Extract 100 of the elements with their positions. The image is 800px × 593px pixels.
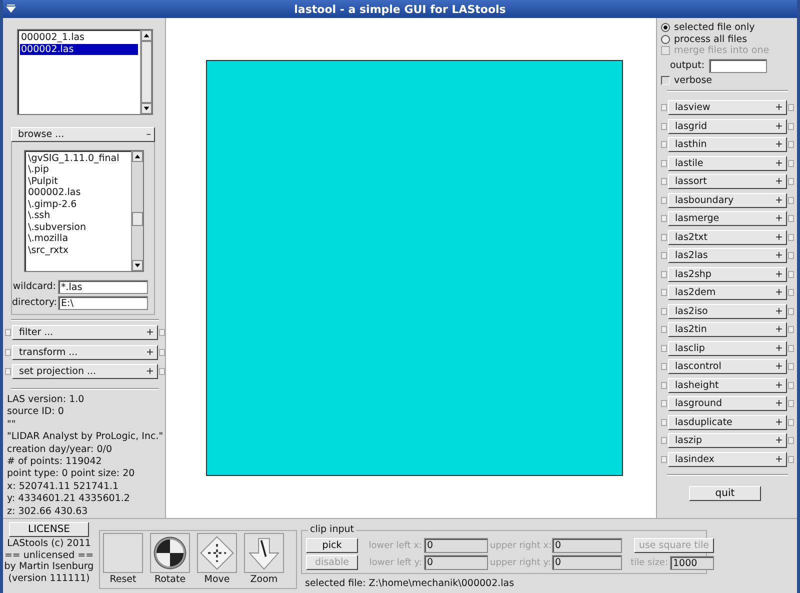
info-line: "" — [7, 418, 17, 432]
tool-toggle[interactable]: lasthin + — [668, 137, 787, 152]
small-square-icon — [661, 215, 667, 222]
directory-item[interactable]: \.ssh — [27, 210, 129, 222]
tool-toggle[interactable]: lasgrid + — [668, 118, 787, 134]
credit-line: by Martin Isenburg — [4, 561, 94, 572]
license-button[interactable]: LICENSE — [9, 522, 89, 537]
directory-field[interactable]: E:\ — [58, 296, 148, 310]
tool-toggle[interactable]: lasheight + — [668, 378, 787, 392]
small-square-icon — [661, 160, 667, 166]
coordinate-field[interactable]: 0 — [424, 555, 488, 570]
small-square-icon — [788, 160, 794, 166]
tool-toggle[interactable]: las2txt + — [668, 230, 787, 244]
small-square-icon — [661, 270, 667, 278]
section-toggle[interactable]: set projection ... + — [12, 364, 158, 380]
tool-toggle[interactable]: laszip + — [668, 433, 787, 448]
tool-toggle[interactable]: las2shp + — [668, 266, 787, 282]
selected-file-text: selected file: Z:\home\mechanik\000002.las — [305, 578, 516, 589]
scroll-up-icon[interactable] — [141, 30, 152, 41]
scrollbar[interactable] — [140, 30, 152, 114]
tile-size-field[interactable]: 1000 — [670, 556, 714, 570]
option-label: verbose — [674, 74, 712, 86]
wildcard-field[interactable]: *.las — [58, 280, 148, 294]
directory-item[interactable]: \.subversion — [27, 222, 129, 234]
info-line: y: 4334601.21 4335601.2 — [7, 493, 131, 506]
directory-item[interactable]: 000002.las — [27, 187, 129, 199]
directory-item[interactable]: \.mozilla — [27, 233, 129, 245]
scrollbar[interactable] — [131, 150, 143, 271]
menu-caret-icon[interactable] — [6, 4, 16, 14]
credit-line: == unlicensed == — [4, 550, 94, 561]
directory-item[interactable]: \Pulpit — [27, 176, 129, 188]
tool-toggle[interactable]: las2iso + — [668, 304, 787, 318]
small-square-icon — [788, 418, 794, 426]
option-label: process all files — [674, 34, 748, 45]
quit-button[interactable]: quit — [689, 486, 761, 501]
tool-toggle[interactable]: lasboundary + — [668, 192, 787, 208]
zoom-arrow-icon — [246, 535, 282, 571]
option-label: selected file only — [674, 22, 755, 34]
tool-toggle[interactable]: lasindex + — [668, 452, 787, 466]
small-square-icon — [661, 252, 667, 259]
tool-toggle[interactable]: las2dem + — [668, 285, 787, 300]
checkbox[interactable] — [661, 76, 670, 85]
small-square-icon — [661, 456, 667, 462]
scroll-thumb[interactable] — [141, 41, 152, 103]
small-square-icon — [661, 308, 667, 314]
small-square-icon — [661, 326, 667, 333]
view-button-label: Zoom — [250, 574, 278, 585]
radio-button[interactable] — [661, 34, 670, 44]
directory-item[interactable]: \.gimp-2.6 — [27, 198, 129, 210]
browse-toggle[interactable]: browse ... – — [11, 126, 155, 142]
small-square-icon — [661, 344, 667, 352]
small-square-icon — [661, 382, 667, 388]
tool-toggle[interactable]: lasview + — [668, 100, 787, 115]
small-square-icon — [5, 368, 11, 376]
scroll-down-icon[interactable] — [141, 102, 152, 114]
directory-item[interactable]: \.pip — [27, 164, 129, 176]
small-square-icon — [788, 196, 794, 204]
output-field[interactable] — [708, 58, 767, 72]
coordinate-field[interactable]: 0 — [552, 538, 622, 553]
small-square-icon — [788, 122, 794, 130]
file-list[interactable]: 000002_1.las 000002.las — [17, 29, 153, 115]
tool-toggle[interactable]: lasduplicate + — [668, 414, 787, 430]
info-line: # of points: 119042 — [7, 456, 103, 468]
tool-toggle[interactable]: lascontrol + — [668, 359, 787, 374]
tool-toggle[interactable]: lasclip + — [668, 340, 787, 356]
info-line: source ID: 0 — [7, 406, 65, 419]
field-label: tile size: — [630, 558, 668, 568]
file-item[interactable]: 000002_1.las — [20, 32, 138, 44]
coordinate-field[interactable]: 0 — [552, 555, 622, 570]
small-square-icon — [788, 252, 794, 259]
info-line: "LIDAR Analyst by ProLogic, Inc." — [7, 431, 163, 444]
small-square-icon — [788, 437, 794, 444]
small-square-icon — [788, 178, 794, 185]
tool-toggle[interactable]: lastile + — [668, 156, 787, 170]
view-button-label: Move — [204, 574, 230, 585]
scroll-down-icon[interactable] — [132, 260, 143, 271]
credit-line: (version 111111) — [8, 572, 90, 584]
section-toggle[interactable]: transform ... + — [12, 344, 158, 360]
tool-toggle[interactable]: lassort + — [668, 174, 787, 189]
coordinate-field[interactable]: 0 — [424, 538, 488, 553]
tool-toggle[interactable]: lasground + — [668, 396, 787, 411]
info-line: x: 520741.11 521741.1 — [7, 480, 120, 494]
scroll-thumb[interactable] — [132, 212, 143, 226]
small-square-icon — [788, 141, 794, 148]
option-label: merge files into one — [674, 45, 770, 56]
field-label: directory: — [12, 297, 56, 308]
group-title: clip input — [308, 524, 356, 535]
radio-button[interactable] — [661, 23, 670, 32]
directory-item[interactable]: \gvSIG_1.11.0_final — [27, 152, 129, 164]
tool-toggle[interactable]: las2tin + — [668, 322, 787, 337]
small-square-icon — [788, 289, 794, 296]
scroll-up-icon[interactable] — [132, 150, 143, 162]
directory-list[interactable]: \gvSIG_1.11.0_final \.pip \Pulpit 000002.las \.gimp-2.6 \.ssh \.subversion \.mozilla \src_rxtx — [24, 150, 144, 272]
file-item[interactable]: 000002.las — [20, 44, 138, 55]
tool-toggle[interactable]: las2las + — [668, 248, 787, 263]
section-toggle[interactable]: filter ... + — [12, 324, 158, 340]
tool-toggle[interactable]: lasmerge + — [668, 211, 787, 226]
directory-item[interactable]: \src_rxtx — [27, 244, 129, 256]
clip-button[interactable]: pick — [306, 538, 358, 553]
view-button[interactable] — [150, 533, 190, 573]
